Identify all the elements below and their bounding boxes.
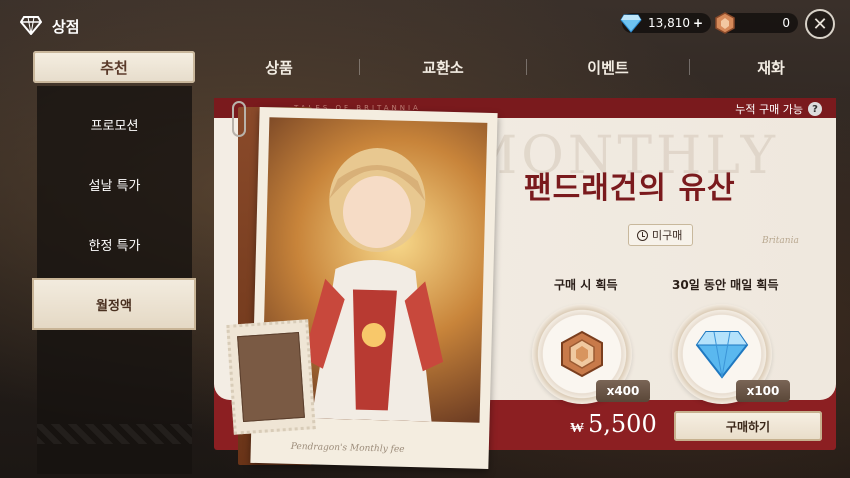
gem-currency[interactable]: 13,810 + [620,12,712,34]
tab-recommended[interactable]: 추천 [33,51,195,83]
close-button[interactable]: ✕ [805,9,835,39]
hexagon-coin-icon [715,12,735,34]
reward-purchase-label: 구매 시 획득 [554,278,618,292]
brand-text: Britania [762,236,799,246]
sidebar-item-label: 설날 특가 [88,178,141,194]
page-title: 상점 [52,18,80,36]
help-icon[interactable]: ? [808,102,822,116]
accumulated-purchase: 누적 구매 가능 ? [735,101,822,117]
tab-products[interactable]: 상품 [200,50,358,84]
gem-icon [695,331,749,379]
tab-label: 이벤트 [587,58,629,77]
tab-label: 상품 [265,58,293,77]
buy-button[interactable]: 구매하기 [674,411,822,441]
paper-clip-icon [232,101,246,137]
stamp [226,319,316,435]
top-bar: 상점 13,810 + 0 ✕ [0,0,850,50]
sidebar-item-lunar-sale[interactable]: 설날 특가 [37,158,192,210]
accumulated-label: 누적 구매 가능 [735,103,803,116]
tab-label: 재화 [757,58,785,77]
category-tabs: 추천 상품 교환소 이벤트 재화 [0,50,850,84]
reward-daily-qty: x100 [736,380,790,402]
add-gem-button[interactable]: + [693,16,703,30]
currency-symbol: ₩ [570,420,584,436]
status-label: 미구매 [652,229,683,242]
stamp-image [237,331,305,423]
photo-caption: Pendragon's Monthly fee [290,441,405,455]
tab-divider [689,59,690,75]
reward-purchase-qty: x400 [596,380,650,402]
tab-label: 교환소 [422,58,464,77]
diamond-shop-icon [20,16,42,35]
tab-currency[interactable]: 재화 [692,50,850,84]
sidebar-item-label: 한정 특가 [88,238,141,254]
price: ₩ 5,500 [570,410,657,438]
sidebar-item-monthly[interactable]: 월정액 [32,278,196,330]
tab-exchange[interactable]: 교환소 [362,50,524,84]
sidebar: 프로모션 설날 특가 한정 특가 월정액 [32,86,196,474]
sidebar-item-label: 프로모션 [90,118,139,134]
sidebar-item-promotion[interactable]: 프로모션 [37,98,192,150]
purchase-status: 미구매 [628,224,694,246]
sidebar-decoration [37,424,192,444]
close-icon: ✕ [812,13,828,35]
tab-divider [359,59,360,75]
coin-amount: 0 [782,16,790,30]
buy-button-label: 구매하기 [725,419,771,434]
gem-amount: 13,810 [648,16,690,30]
coin-currency: 0 [714,12,798,34]
tab-divider [526,59,527,75]
tab-event[interactable]: 이벤트 [528,50,688,84]
price-value: 5,500 [588,410,657,438]
reward-daily-label: 30일 동안 매일 획득 [672,278,779,292]
product-title: 팬드래건의 유산 [524,171,736,206]
sidebar-item-label: 월정액 [96,298,132,314]
sidebar-item-limited-sale[interactable]: 한정 특가 [37,218,192,270]
hexagon-coin-icon [561,330,603,378]
tab-label: 추천 [100,58,128,77]
clock-icon [637,229,648,241]
gem-icon [620,14,642,33]
